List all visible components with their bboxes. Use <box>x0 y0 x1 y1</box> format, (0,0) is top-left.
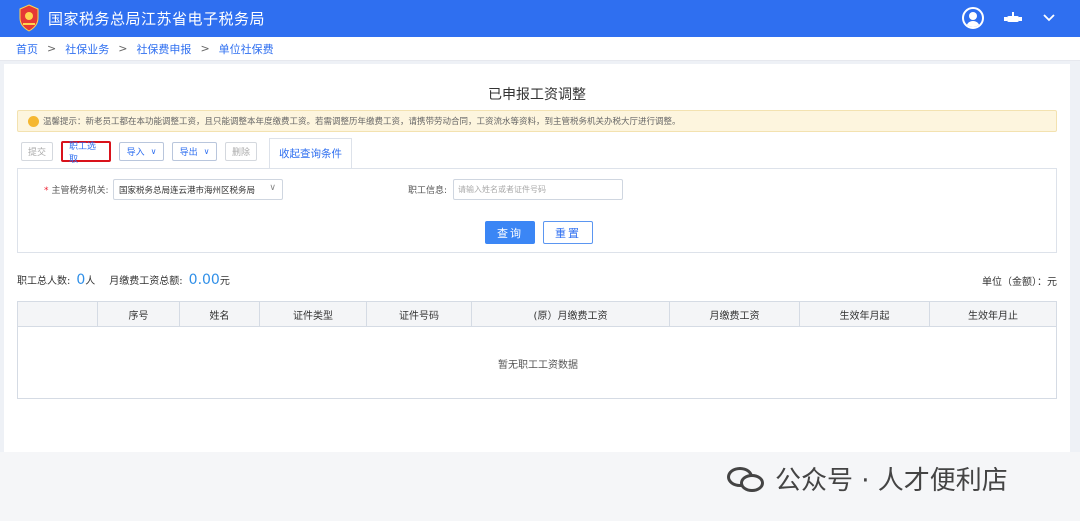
import-button[interactable]: 导入 ∨ <box>119 142 164 161</box>
column-header-name: 姓名 <box>180 302 260 326</box>
total-value: 0 <box>76 272 86 288</box>
breadcrumb-home[interactable]: 首页 <box>16 41 38 57</box>
user-circle-icon[interactable] <box>962 7 984 29</box>
tip-text: 温馨提示：新老员工都在本功能调整工资，且只能调整本年度缴费工资。若需调整历年缴费… <box>43 117 681 127</box>
total-unit: 人 <box>85 276 96 287</box>
collapse-query-tab[interactable]: 收起查询条件 <box>269 138 352 168</box>
watermark-text: 公众号 · 人才便利店 <box>775 466 1008 496</box>
amount-unit: 元 <box>219 276 230 287</box>
column-header-id-number: 证件号码 <box>367 302 472 326</box>
column-header-monthly-salary: 月缴费工资 <box>670 302 800 326</box>
header-actions <box>962 7 1056 29</box>
tip-banner: 温馨提示：新老员工都在本功能调整工资，且只能调整本年度缴费工资。若需调整历年缴费… <box>17 110 1057 132</box>
required-mark: * <box>44 186 49 196</box>
breadcrumb-declaration[interactable]: 社保费申报 <box>136 41 191 57</box>
unit-text: 单位（金额）：元 <box>982 277 1057 288</box>
table-header: 序号 姓名 证件类型 证件号码 (原）月缴费工资 月缴费工资 生效年月起 生效年… <box>18 302 1056 327</box>
chevron-down-icon: ∨ <box>269 183 276 193</box>
main-panel: 已申报工资调整 温馨提示：新老员工都在本功能调整工资，且只能调整本年度缴费工资。… <box>4 64 1070 452</box>
tax-authority-label: * 主管税务机关: <box>44 183 109 196</box>
watermark: 公众号 · 人才便利店 <box>727 460 1008 497</box>
column-header-checkbox[interactable] <box>18 302 98 326</box>
breadcrumb-separator: > <box>200 42 210 55</box>
column-header-id-type: 证件类型 <box>260 302 367 326</box>
top-header: 国家税务总局江苏省电子税务局 <box>0 0 1080 37</box>
robot-icon[interactable] <box>1004 12 1022 24</box>
column-header-effective-end: 生效年月止 <box>968 310 1018 322</box>
query-button[interactable]: 查询 <box>485 221 535 244</box>
export-button[interactable]: 导出 ∨ <box>172 142 217 161</box>
amount-value: 0.00 <box>188 272 220 288</box>
select-staff-button[interactable]: 职工选取 <box>61 141 111 165</box>
chevron-down-icon: ∨ <box>150 147 157 156</box>
column-header-effective-start: 生效年月起 <box>800 302 930 326</box>
tax-emblem-icon <box>19 4 39 32</box>
staff-info-label: 职工信息: <box>408 186 448 196</box>
amount-label: 月缴费工资总额: <box>109 276 183 287</box>
page-title: 已申报工资调整 <box>488 87 586 103</box>
breadcrumb-unit-fee[interactable]: 单位社保费 <box>219 41 274 57</box>
toolbar: 提交 职工选取 导入 ∨ 导出 ∨ 删除 <box>21 141 257 165</box>
import-label: 导入 <box>126 148 145 158</box>
delete-button[interactable]: 删除 <box>225 142 257 161</box>
submit-button[interactable]: 提交 <box>21 142 53 161</box>
breadcrumb: 首页 > 社保业务 > 社保费申报 > 单位社保费 <box>0 37 1080 61</box>
column-header-seq: 序号 <box>98 302 180 326</box>
query-area: * 主管税务机关: 国家税务总局连云港市海州区税务局 ∨ 职工信息: 请输入姓名或… <box>17 168 1057 253</box>
chevron-down-icon: ∨ <box>203 147 210 156</box>
breadcrumb-social-insurance[interactable]: 社保业务 <box>65 41 109 57</box>
column-header-original-salary: (原）月缴费工资 <box>472 302 670 326</box>
table-empty-text: 暂无职工工资数据 <box>498 360 578 371</box>
chevron-down-icon[interactable] <box>1042 13 1056 23</box>
total-label: 职工总人数: <box>17 276 71 287</box>
export-label: 导出 <box>179 148 198 158</box>
tax-authority-label-text: 主管税务机关: <box>51 186 109 196</box>
summary-bar: 职工总人数: 0 人 月缴费工资总额: 0.00 元 <box>17 272 230 288</box>
wechat-icon <box>727 463 767 495</box>
breadcrumb-separator: > <box>118 42 128 55</box>
site-title: 国家税务总局江苏省电子税务局 <box>48 10 266 28</box>
staff-info-input[interactable]: 请输入姓名或者证件号码 <box>453 179 623 200</box>
smile-icon <box>28 115 39 127</box>
reset-button[interactable]: 重置 <box>543 221 593 244</box>
breadcrumb-separator: > <box>47 42 57 55</box>
tax-authority-value: 国家税务总局连云港市海州区税务局 <box>119 185 256 196</box>
tax-authority-select[interactable]: 国家税务总局连云港市海州区税务局 ∨ <box>113 179 283 200</box>
salary-table: 序号 姓名 证件类型 证件号码 (原）月缴费工资 月缴费工资 生效年月起 生效年… <box>17 301 1057 399</box>
